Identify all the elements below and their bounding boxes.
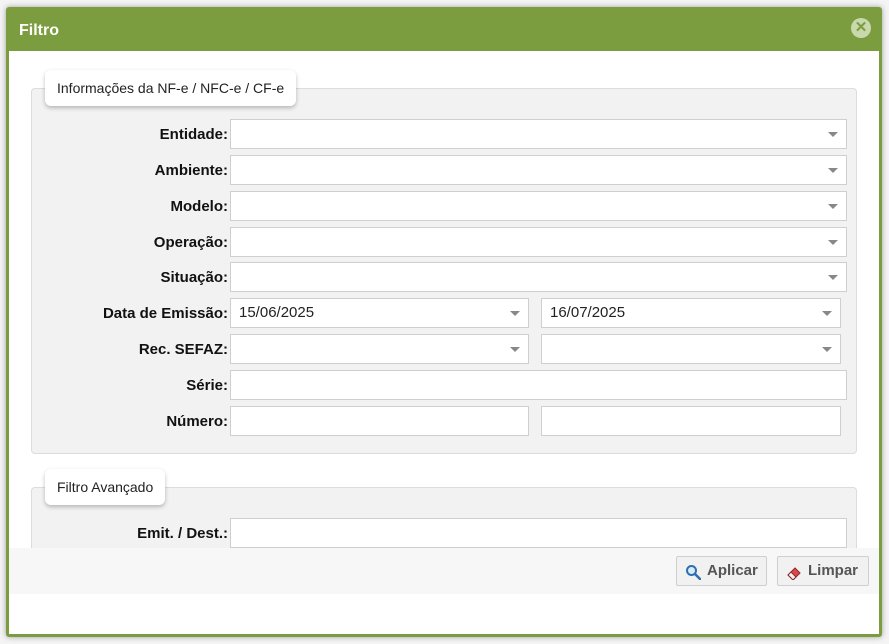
emit-dest-row: Emit. / Dest.: [32, 518, 856, 548]
dialog-titlebar: Filtro ✕ [9, 10, 879, 51]
nfe-info-fieldset: Informações da NF-e / NFC-e / CF-e Entid… [31, 70, 857, 454]
rec-sefaz-row: Rec. SEFAZ: [32, 334, 856, 364]
ambiente-row: Ambiente: [32, 155, 856, 185]
situacao-row: Situação: [32, 262, 856, 292]
operacao-row: Operação: [32, 227, 856, 257]
data-emissao-label: Data de Emissão: [102, 305, 228, 322]
emit-dest-input[interactable] [230, 518, 847, 548]
apply-button-label: Aplicar [707, 562, 758, 579]
dialog-body: Informações da NF-e / NFC-e / CF-e Entid… [9, 51, 879, 594]
filter-dialog: Filtro ✕ Informações da NF-e / NFC-e / C… [6, 7, 882, 637]
situacao-label: Situação: [160, 269, 228, 286]
operacao-label: Operação: [153, 234, 228, 251]
apply-button[interactable]: Aplicar [676, 556, 767, 586]
ambiente-select[interactable] [230, 155, 847, 185]
numero-row: Número: [32, 406, 856, 436]
ambiente-label: Ambiente: [154, 162, 228, 179]
rec-sefaz-to-select[interactable] [541, 334, 841, 364]
advanced-filter-legend: Filtro Avançado [45, 469, 166, 505]
dialog-title: Filtro [19, 22, 59, 39]
close-icon[interactable]: ✕ [851, 18, 871, 38]
modelo-row: Modelo: [32, 191, 856, 221]
clear-button[interactable]: Limpar [777, 556, 869, 586]
nfe-info-legend: Informações da NF-e / NFC-e / CF-e [45, 70, 297, 106]
clear-button-label: Limpar [808, 562, 859, 579]
modelo-label: Modelo: [170, 198, 229, 215]
numero-label: Número: [166, 413, 228, 430]
data-emissao-from-select[interactable]: 15/06/2025 [230, 298, 529, 328]
serie-row: Série: [32, 370, 856, 400]
eraser-icon [787, 567, 801, 580]
numero-from-input[interactable] [230, 406, 529, 436]
situacao-select[interactable] [230, 262, 847, 292]
entidade-select[interactable] [230, 119, 847, 149]
magnifier-icon [686, 565, 701, 580]
emit-dest-label: Emit. / Dest.: [137, 525, 228, 542]
rec-sefaz-from-select[interactable] [230, 334, 529, 364]
entidade-label: Entidade: [159, 126, 228, 143]
dialog-footer: Aplicar Limpar [9, 548, 879, 594]
serie-label: Série: [186, 377, 228, 394]
numero-to-input[interactable] [541, 406, 841, 436]
data-emissao-to-select[interactable]: 16/07/2025 [541, 298, 841, 328]
modelo-select[interactable] [230, 191, 847, 221]
serie-input[interactable] [230, 370, 847, 400]
entidade-row: Entidade: [32, 119, 856, 149]
data-emissao-row: Data de Emissão: 15/06/2025 16/07/2025 [32, 298, 856, 328]
rec-sefaz-label: Rec. SEFAZ: [138, 341, 228, 358]
operacao-select[interactable] [230, 227, 847, 257]
